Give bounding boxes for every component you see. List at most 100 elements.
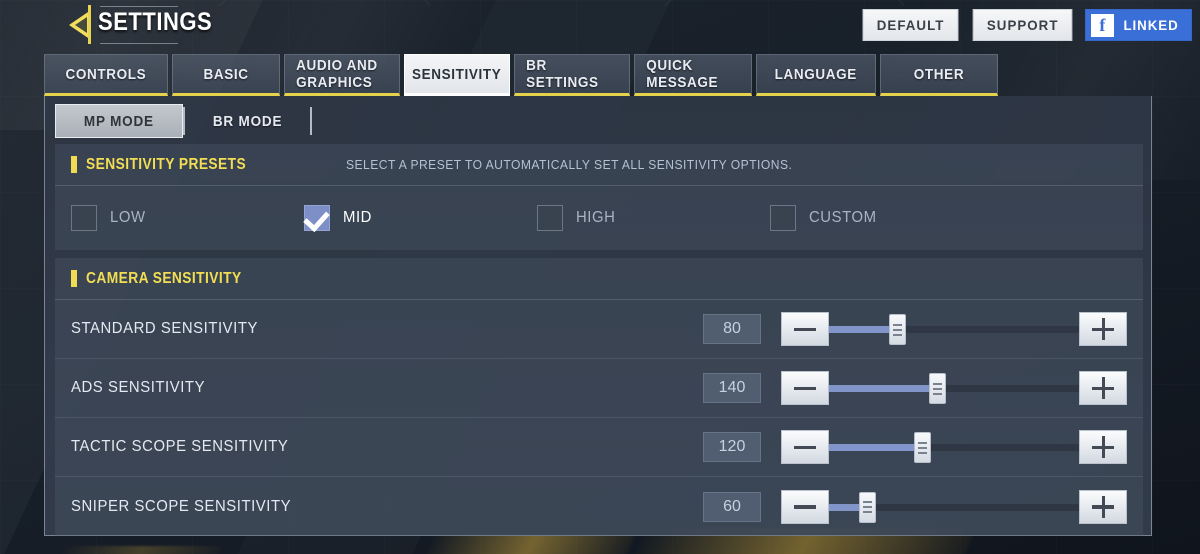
decrease-button[interactable] [781,312,829,346]
table-row: TACTIC SCOPE SENSITIVITY 120 [55,418,1143,477]
handle-grip-line [917,441,927,444]
slider-track[interactable] [829,430,1079,464]
sensitivity-rows: STANDARD SENSITIVITY 80 ADS SENSITIVITY 140… [55,300,1143,536]
tab-language[interactable]: LANGUAGE [756,54,876,96]
decrease-button[interactable] [781,371,829,405]
increase-button[interactable] [1079,489,1127,524]
camera-sensitivity-section: CAMERA SENSITIVITY STANDARD SENSITIVITY 8… [55,258,1143,536]
camera-section-header: CAMERA SENSITIVITY [55,258,1143,300]
tab-label: AUDIO AND GRAPHICS [296,57,378,91]
tab-label: LANGUAGE [774,65,858,83]
decrease-button[interactable] [781,489,829,524]
tab-label: OTHER [913,65,965,83]
preset-option-label: HIGH [576,209,616,226]
handle-grip-line [917,446,927,449]
page-title: SETTINGS [98,8,213,36]
tab-other[interactable]: OTHER [880,54,998,96]
tab-audio-and-graphics[interactable]: AUDIO AND GRAPHICS [284,54,400,96]
minus-icon [794,318,816,340]
plus-icon [1092,436,1114,458]
mode-tab-mp-mode[interactable]: MP MODE [55,104,183,138]
slider-handle[interactable] [913,432,931,463]
checkbox-checked-icon[interactable] [304,205,330,231]
slider-handle[interactable] [928,373,946,404]
tab-controls[interactable]: CONTROLS [44,54,168,96]
minus-icon [794,436,816,458]
sensitivity-slider[interactable] [781,371,1127,405]
sensitivity-row-label: SNIPER SCOPE SENSITIVITY [71,497,292,515]
slider-track-fill [829,444,922,451]
preset-option-label: CUSTOM [809,209,877,226]
presets-section-hint: SELECT A PRESET TO AUTOMATICALLY SET ALL… [346,157,793,172]
preset-option-mid[interactable]: MID [304,205,537,231]
support-button[interactable]: SUPPORT [973,9,1074,41]
default-button-label: DEFAULT [877,17,945,33]
table-row: SNIPER SCOPE SENSITIVITY 60 [55,477,1143,536]
increase-button[interactable] [1079,312,1127,346]
title-divider [88,5,91,44]
sensitivity-slider[interactable] [781,312,1127,346]
mode-tab-label: MP MODE [83,112,154,130]
background-gold-accent [425,534,635,554]
slider-track-fill [829,326,897,333]
sensitivity-value: 140 [703,373,761,403]
sensitivity-slider[interactable] [781,430,1127,464]
plus-icon [1092,495,1114,518]
facebook-linked-button[interactable]: f LINKED [1084,9,1192,41]
slider-track[interactable] [829,371,1079,405]
preset-option-custom[interactable]: CUSTOM [770,205,1003,231]
default-button[interactable]: DEFAULT [862,9,959,41]
increase-button[interactable] [1079,371,1127,405]
plus-icon [1092,377,1114,399]
slider-handle[interactable] [888,314,906,345]
increase-button[interactable] [1079,430,1127,464]
sensitivity-row-label: STANDARD SENSITIVITY [71,320,258,337]
camera-section-title: CAMERA SENSITIVITY [86,269,242,287]
handle-grip-line [862,506,872,508]
back-button[interactable] [58,4,102,46]
sensitivity-row-label: TACTIC SCOPE SENSITIVITY [71,438,289,455]
sensitivity-value: 120 [703,432,761,462]
handle-grip-line [862,501,872,503]
tab-basic[interactable]: BASIC [172,54,280,96]
handle-grip-line [917,451,927,454]
checkbox-icon[interactable] [71,205,97,231]
tab-label: QUICK MESSAGE [646,57,719,91]
checkbox-icon[interactable] [537,205,563,231]
handle-grip-line [892,323,902,326]
minus-icon [794,496,816,518]
mode-tab-separator [309,107,312,135]
preset-options: LOW MID HIGH CUSTOM [55,186,1143,250]
slider-handle[interactable] [858,491,876,523]
handle-grip-line [862,511,872,513]
slider-track[interactable] [829,312,1079,346]
table-row: STANDARD SENSITIVITY 80 [55,300,1143,359]
checkbox-icon[interactable] [770,205,796,231]
sensitivity-row-label: ADS SENSITIVITY [71,379,206,396]
presets-section-title: SENSITIVITY PRESETS [86,155,247,173]
settings-panel: MP MODE BR MODE SENSITIVITY PRESETS SELEC… [44,96,1152,536]
tab-label: BASIC [203,65,249,83]
preset-option-low[interactable]: LOW [71,205,304,231]
mode-tab-br-mode[interactable]: BR MODE [185,104,310,138]
handle-grip-line [892,328,902,331]
title-underline [100,43,178,44]
tab-br-settings[interactable]: BR SETTINGS [514,54,630,96]
header-actions: DEFAULT SUPPORT f LINKED [860,9,1192,41]
tab-quick-message[interactable]: QUICK MESSAGE [634,54,752,96]
preset-option-label: MID [343,209,372,226]
slider-track[interactable] [829,490,1079,524]
header-bar: SETTINGS DEFAULT SUPPORT f LINKED [0,0,1200,50]
tab-label: CONTROLS [65,65,147,83]
sensitivity-slider[interactable] [781,489,1127,524]
support-button-label: SUPPORT [987,17,1059,33]
tab-sensitivity[interactable]: SENSITIVITY [404,54,510,96]
facebook-icon: f [1090,13,1114,37]
decrease-button[interactable] [781,430,829,464]
minus-icon [794,377,816,399]
sensitivity-value: 60 [703,491,761,522]
background-gold-accent [57,546,223,554]
preset-option-high[interactable]: HIGH [537,205,770,231]
handle-grip-line [932,382,942,385]
slider-track-fill [829,385,937,392]
